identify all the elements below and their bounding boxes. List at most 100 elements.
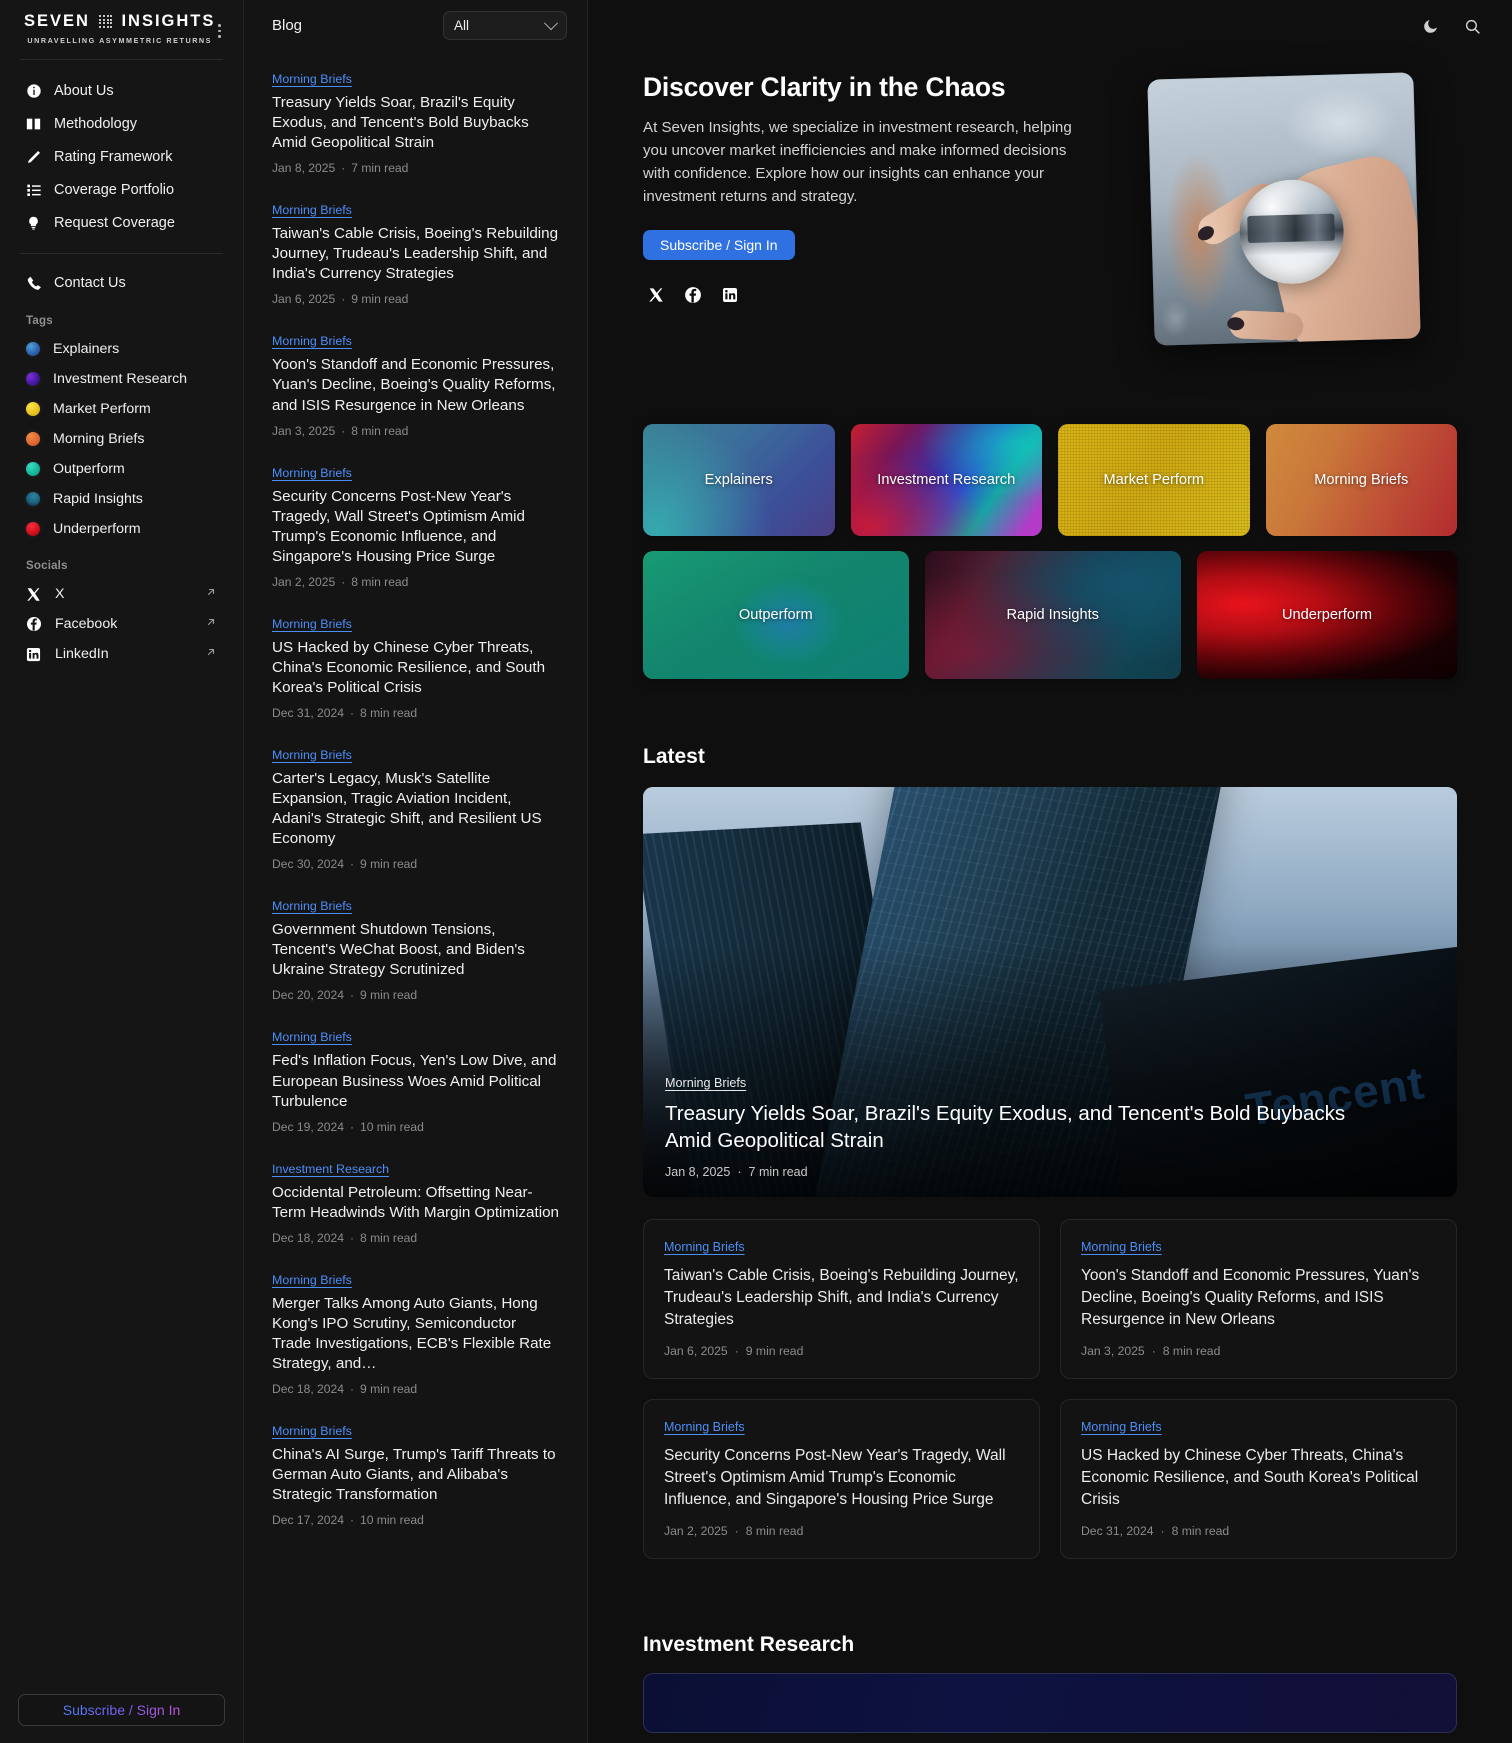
post-title: Yoon's Standoff and Economic Pressures, …	[272, 356, 556, 414]
sidebar-item-about-us[interactable]: About Us	[18, 74, 225, 107]
category-tile-rapid-insights[interactable]: Rapid Insights	[924, 551, 1181, 679]
sidebar-item-coverage-portfolio[interactable]: Coverage Portfolio	[18, 173, 225, 206]
post-title: US Hacked by Chinese Cyber Threats, Chin…	[272, 638, 546, 696]
post-tag[interactable]: Morning Briefs	[272, 617, 352, 631]
featured-article-card[interactable]: Tencent Morning Briefs Treasury Yields S…	[643, 787, 1457, 1197]
social-item-linkedin[interactable]: LinkedIn	[18, 639, 225, 669]
latest-card-grid: Morning Briefs Taiwan's Cable Crisis, Bo…	[643, 1219, 1457, 1559]
post-title: Fed's Inflation Focus, Yen's Low Dive, a…	[272, 1052, 557, 1110]
post-tag[interactable]: Morning Briefs	[272, 334, 352, 348]
post-tag[interactable]: Investment Research	[272, 1162, 389, 1176]
tag-item-market-perform[interactable]: Market Perform	[18, 394, 225, 424]
social-item-x[interactable]: X	[18, 579, 225, 609]
sidebar-item-request-coverage[interactable]: Request Coverage	[18, 206, 225, 239]
post-tag[interactable]: Morning Briefs	[272, 1273, 352, 1287]
social-label: Facebook	[55, 616, 118, 632]
list-item[interactable]: Morning Briefs Taiwan's Cable Crisis, Bo…	[264, 201, 567, 306]
hero-socials	[643, 285, 1080, 305]
post-meta: Jan 6, 2025 · 9 min read	[272, 292, 409, 307]
tag-item-rapid-insights[interactable]: Rapid Insights	[18, 484, 225, 514]
card-meta: Jan 2, 2025 · 8 min read	[664, 1524, 804, 1538]
tag-item-explainers[interactable]: Explainers	[18, 334, 225, 364]
external-link-icon	[205, 646, 217, 662]
brand-word-insights: INSIGHTS	[121, 12, 216, 30]
post-title: Occidental Petroleum: Offsetting Near-Te…	[272, 1183, 559, 1221]
hero-subscribe-button[interactable]: Subscribe / Sign In	[643, 229, 795, 260]
list-item[interactable]: Morning Briefs Security Concerns Post-Ne…	[264, 464, 567, 589]
list-item[interactable]: Morning Briefs Fed's Inflation Focus, Ye…	[264, 1028, 567, 1133]
tag-item-underperform[interactable]: Underperform	[18, 514, 225, 544]
investment-research-heading: Investment Research	[643, 1633, 855, 1656]
post-title: Merger Talks Among Auto Giants, Hong Kon…	[272, 1294, 552, 1372]
article-card[interactable]: Morning Briefs Security Concerns Post-Ne…	[643, 1399, 1040, 1559]
article-card[interactable]: Morning Briefs Yoon's Standoff and Econo…	[1060, 1219, 1457, 1379]
post-title: Treasury Yields Soar, Brazil's Equity Ex…	[272, 94, 529, 152]
sidebar-item-rating-framework[interactable]: Rating Framework	[18, 140, 225, 173]
sidebar-item-contact-us[interactable]: Contact Us	[18, 266, 225, 299]
linkedin-icon[interactable]	[720, 285, 740, 305]
sidebar-item-label: Coverage Portfolio	[54, 181, 175, 198]
category-tile-label: Explainers	[704, 472, 773, 488]
post-meta: Dec 30, 2024 · 9 min read	[272, 857, 418, 872]
investment-research-section: Investment Research	[643, 1633, 1457, 1733]
sidebar: SEVEN INSIGHTS UNRAVELLING ASYMMETRIC RE…	[0, 0, 244, 1743]
sidebar-item-label: Request Coverage	[54, 214, 175, 231]
article-card[interactable]: Morning Briefs US Hacked by Chinese Cybe…	[1060, 1399, 1457, 1559]
info-icon	[25, 82, 42, 99]
book-icon	[25, 115, 42, 132]
feature-tag[interactable]: Morning Briefs	[665, 1076, 746, 1090]
social-label: LinkedIn	[55, 646, 109, 662]
category-tile-explainers[interactable]: Explainers	[643, 424, 835, 536]
sidebar-item-methodology[interactable]: Methodology	[18, 107, 225, 140]
category-tile-investment-research[interactable]: Investment Research	[850, 424, 1042, 536]
category-tile-outperform[interactable]: Outperform	[643, 551, 909, 679]
social-item-facebook[interactable]: Facebook	[18, 609, 225, 639]
external-link-icon	[205, 616, 217, 632]
card-tag[interactable]: Morning Briefs	[1081, 1420, 1162, 1434]
sidebar-item-label: Methodology	[54, 115, 138, 132]
facebook-icon[interactable]	[683, 285, 703, 305]
category-tile-morning-briefs[interactable]: Morning Briefs	[1265, 424, 1457, 536]
sidebar-subscribe-button[interactable]: Subscribe / Sign In	[18, 1694, 225, 1726]
tag-item-outperform[interactable]: Outperform	[18, 454, 225, 484]
category-tiles: Explainers Investment Research Market Pe…	[643, 424, 1457, 679]
list-item[interactable]: Morning Briefs US Hacked by Chinese Cybe…	[264, 615, 567, 720]
list-item[interactable]: Morning Briefs Yoon's Standoff and Econo…	[264, 332, 567, 437]
article-card[interactable]: Morning Briefs Taiwan's Cable Crisis, Bo…	[643, 1219, 1040, 1379]
category-tile-underperform[interactable]: Underperform	[1196, 551, 1457, 679]
post-tag[interactable]: Morning Briefs	[272, 1424, 352, 1438]
post-tag[interactable]: Morning Briefs	[272, 203, 352, 217]
post-tag[interactable]: Morning Briefs	[272, 72, 352, 86]
post-meta: Dec 20, 2024 · 9 min read	[272, 988, 418, 1003]
grid-dots-icon	[98, 14, 113, 29]
list-item[interactable]: Morning Briefs Government Shutdown Tensi…	[264, 897, 567, 1002]
list-item[interactable]: Morning Briefs Carter's Legacy, Musk's S…	[264, 746, 567, 871]
list-item[interactable]: Morning Briefs Merger Talks Among Auto G…	[264, 1271, 567, 1396]
investment-research-card[interactable]	[643, 1673, 1457, 1733]
blog-filter-select[interactable]: All	[443, 11, 567, 40]
blog-filter-value: All	[454, 18, 470, 33]
post-tag[interactable]: Morning Briefs	[272, 748, 352, 762]
list-item[interactable]: Morning Briefs China's AI Surge, Trump's…	[264, 1422, 567, 1527]
kebab-menu-icon[interactable]	[215, 18, 223, 44]
post-tag[interactable]: Morning Briefs	[272, 899, 352, 913]
post-tag[interactable]: Morning Briefs	[272, 466, 352, 480]
tag-item-investment-research[interactable]: Investment Research	[18, 364, 225, 394]
card-tag[interactable]: Morning Briefs	[1081, 1240, 1162, 1254]
list-item[interactable]: Morning Briefs Treasury Yields Soar, Bra…	[264, 70, 567, 175]
card-tag[interactable]: Morning Briefs	[664, 1240, 745, 1254]
brand-row: SEVEN INSIGHTS UNRAVELLING ASYMMETRIC RE…	[18, 0, 225, 45]
x-icon[interactable]	[646, 285, 666, 305]
list-item[interactable]: Investment Research Occidental Petroleum…	[264, 1160, 567, 1245]
moon-icon[interactable]	[1420, 16, 1440, 36]
tag-item-morning-briefs[interactable]: Morning Briefs	[18, 424, 225, 454]
brand-logo[interactable]: SEVEN INSIGHTS UNRAVELLING ASYMMETRIC RE…	[18, 12, 215, 45]
post-tag[interactable]: Morning Briefs	[272, 1030, 352, 1044]
blog-title: Blog	[272, 17, 303, 34]
card-tag[interactable]: Morning Briefs	[664, 1420, 745, 1434]
search-icon[interactable]	[1462, 16, 1482, 36]
pencil-icon	[25, 148, 42, 165]
category-tile-market-perform[interactable]: Market Perform	[1058, 424, 1250, 536]
tag-color-dot	[26, 462, 40, 476]
sidebar-nav: About Us Methodology Rating Framework Co…	[18, 74, 225, 299]
